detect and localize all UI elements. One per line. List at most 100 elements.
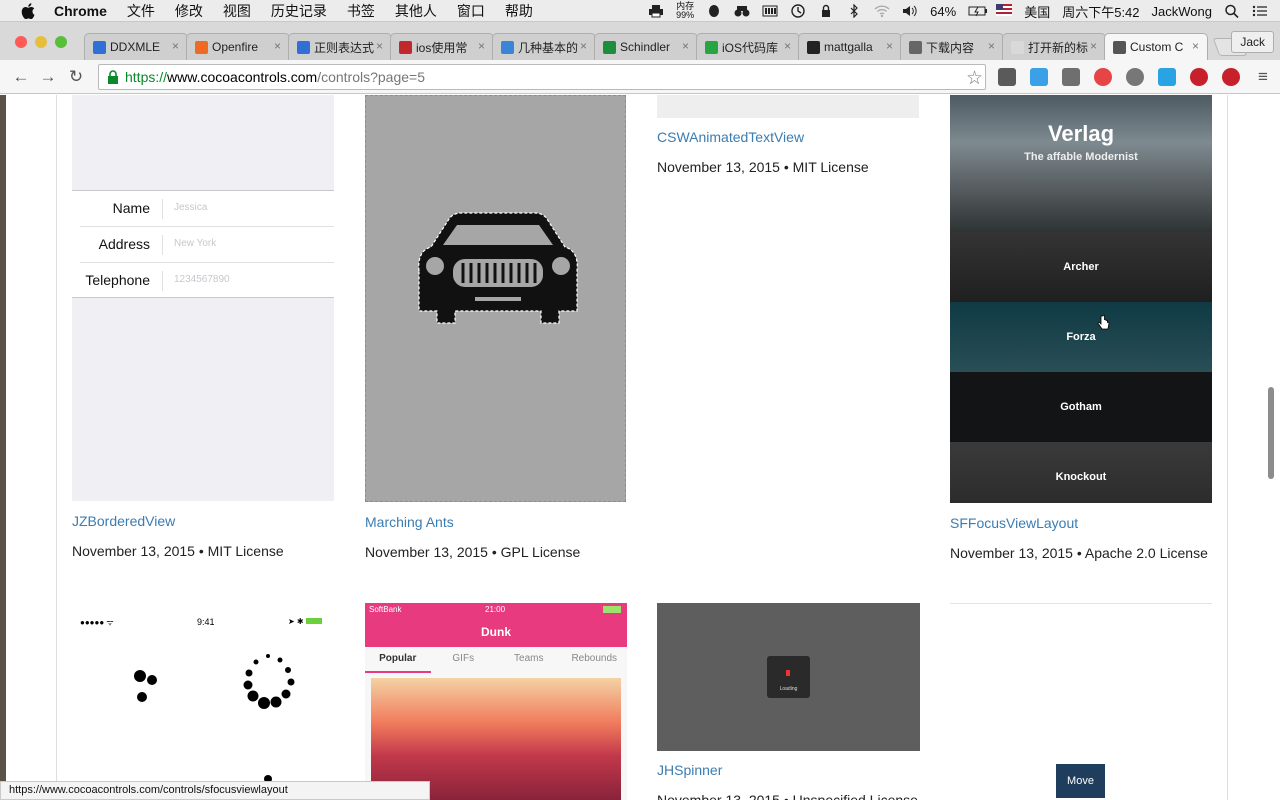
browser-tab[interactable]: iOS代码库 × [696,33,800,60]
user-name[interactable]: JackWong [1152,4,1212,19]
segment-gifs[interactable]: GIFs [431,647,497,673]
wifi-icon[interactable] [874,4,890,18]
browser-tab[interactable]: 下载内容 × [900,33,1004,60]
font-item-knockout[interactable]: Knockout [950,442,1212,503]
jz-form-preview[interactable]: Name Jessica Address New York Telephone … [72,191,334,297]
move-button[interactable]: Move [1056,764,1105,798]
profile-button[interactable]: Jack [1231,31,1274,53]
menu-help[interactable]: 帮助 [505,1,533,21]
card-title-jhspinner[interactable]: JHSpinner [657,762,722,778]
spinner-preview[interactable]: ●●●●● ᯤ 9:41 ➤ ✱ [72,603,334,800]
vertical-scrollbar[interactable] [1268,387,1274,479]
browser-tab[interactable]: DDXMLE × [84,33,188,60]
tab-close-icon[interactable]: × [682,39,689,53]
binoculars-icon[interactable] [734,4,750,18]
csw-preview[interactable] [657,95,919,118]
browser-tab[interactable]: 几种基本的 × [492,33,596,60]
browser-tab[interactable]: 打开新的标签页× [1002,33,1106,60]
segment-teams[interactable]: Teams [496,647,562,673]
qq-icon[interactable] [706,4,722,18]
back-arrow-icon[interactable]: ← [11,67,31,87]
tab-close-icon[interactable]: × [886,39,893,53]
volume-icon[interactable] [902,4,918,18]
menubar-clock[interactable]: 周六下午5:42 [1062,2,1139,21]
menu-edit[interactable]: 修改 [175,1,203,21]
browser-tab[interactable]: mattgalla × [798,33,902,60]
jz-preview-top [72,95,334,191]
font-item-forza[interactable]: Forza [950,302,1212,372]
tab-close-icon[interactable]: × [274,39,281,53]
minimize-window-button[interactable] [35,36,47,48]
extension-evernote-icon[interactable] [998,68,1016,86]
menu-history[interactable]: 历史记录 [271,1,327,21]
cpu-meter-icon[interactable] [762,4,778,18]
card-title-marching-ants[interactable]: Marching Ants [365,514,454,530]
time-machine-icon[interactable] [790,4,806,18]
extension-adblock-icon[interactable] [1222,68,1240,86]
segment-rebounds[interactable]: Rebounds [562,647,628,673]
browser-tab[interactable]: 正则表达式 × [288,33,392,60]
battery-charging-icon[interactable] [968,4,988,18]
menubar-status-area: 内存 99% 64% 美国 周六下午5:42 JackWong [648,0,1280,22]
bookmark-star-icon[interactable]: ☆ [966,67,983,90]
extension-at-icon[interactable] [1094,68,1112,86]
tab-title: mattgalla [824,40,873,54]
browser-tab[interactable]: Schindler × [594,33,698,60]
extension-folder-icon[interactable] [1158,68,1176,86]
marching-ants-preview[interactable] [365,95,626,502]
jhspinner-preview[interactable]: Loading [657,603,920,751]
form-label: Telephone [85,272,150,288]
tab-close-icon[interactable]: × [1090,39,1097,53]
card-title-jzborderedview[interactable]: JZBorderedView [72,513,175,529]
extension-feedly-icon[interactable] [1030,68,1048,86]
notification-center-icon[interactable] [1252,4,1268,18]
address-bar[interactable]: https:// www.cocoacontrols.com /controls… [98,64,986,90]
battery-percent[interactable]: 64% [930,4,956,19]
sffocus-preview[interactable]: Verlag The affable Modernist Archer Forz… [950,95,1212,503]
card-title-sffocusviewlayout[interactable]: SFFocusViewLayout [950,515,1078,531]
card-title-cswanimatedtextview[interactable]: CSWAnimatedTextView [657,129,804,145]
font-item-gotham[interactable]: Gotham [950,372,1212,442]
close-window-button[interactable] [15,36,27,48]
bluetooth-icon[interactable] [846,3,862,19]
forward-arrow-icon[interactable]: → [38,67,58,87]
extension-cloud-icon[interactable] [1126,68,1144,86]
segment-popular[interactable]: Popular [365,647,431,673]
us-flag-icon[interactable] [996,4,1013,18]
extension-stop-icon[interactable] [1190,68,1208,86]
dunk-preview[interactable]: SoftBank 21:00 Dunk Popular GIFs Teams R… [365,603,627,800]
menu-file[interactable]: 文件 [127,1,155,21]
secure-lock-icon[interactable] [107,70,119,84]
apple-menu-icon[interactable] [20,2,36,19]
tab-close-icon[interactable]: × [988,39,995,53]
tab-close-icon[interactable]: × [784,39,791,53]
extension-wrench-icon[interactable] [1062,68,1080,86]
input-method-label[interactable]: 美国 [1024,2,1050,21]
reload-icon[interactable]: ↻ [66,67,86,87]
lock-icon[interactable] [818,4,834,18]
menu-window[interactable]: 窗口 [457,1,485,21]
browser-tab[interactable]: ios使用常 × [390,33,494,60]
tab-list: DDXMLE × Openfire × 正则表达式 × ios使用常 × 几种基本的 × Schin… [84,33,1248,60]
tab-close-icon[interactable]: × [478,39,485,53]
tab-close-icon[interactable]: × [580,39,587,53]
app-menu-chrome[interactable]: Chrome [54,3,107,19]
chrome-menu-icon[interactable]: ≡ [1253,67,1273,87]
spotlight-search-icon[interactable] [1224,4,1240,19]
form-row-address: Address New York [72,227,334,263]
tab-favicon-icon [909,40,922,54]
tab-close-icon[interactable]: × [1192,39,1199,53]
font-item-archer[interactable]: Archer [950,232,1212,302]
memory-indicator[interactable]: 内存 99% [676,2,694,20]
menu-view[interactable]: 视图 [223,1,251,21]
browser-tab[interactable]: Custom C × [1104,33,1208,60]
browser-tab[interactable]: Openfire × [186,33,290,60]
printer-icon[interactable] [648,4,664,18]
menu-bookmarks[interactable]: 书签 [347,1,375,21]
tab-close-icon[interactable]: × [376,39,383,53]
form-placeholder: 1234567890 [174,274,230,285]
tab-close-icon[interactable]: × [172,39,179,53]
menu-people[interactable]: 其他人 [395,1,437,21]
zoom-window-button[interactable] [55,36,67,48]
battery-icon: ➤ ✱ [288,617,322,626]
